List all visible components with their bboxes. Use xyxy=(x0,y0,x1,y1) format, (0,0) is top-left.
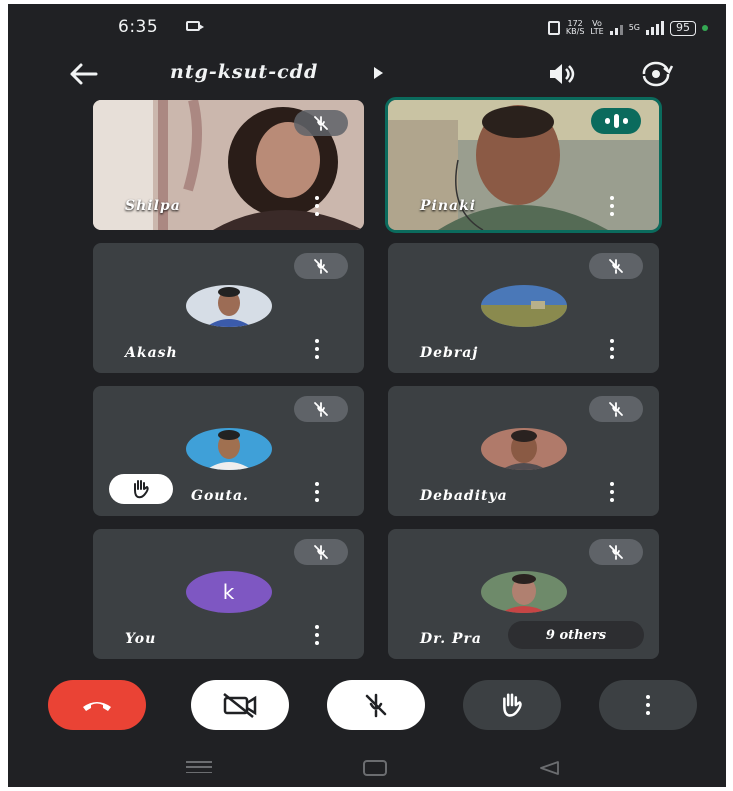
raise-hand-icon xyxy=(109,474,173,504)
switch-camera-icon[interactable] xyxy=(638,58,674,90)
signal-icon xyxy=(609,21,623,35)
mic-off-icon xyxy=(589,396,643,422)
volte-indicator: Vo LTE xyxy=(590,20,603,36)
participant-name: Dr. Pra xyxy=(420,631,482,647)
play-caret-icon[interactable] xyxy=(374,67,383,79)
mic-off-icon xyxy=(589,539,643,565)
participant-name: Gouta. xyxy=(191,488,249,504)
participant-name: Shilpa xyxy=(125,198,181,214)
participant-name: Debraj xyxy=(420,345,479,361)
call-header: ntg-ksut-cdd xyxy=(8,54,726,94)
audio-level-icon xyxy=(591,108,641,134)
vibrate-icon xyxy=(547,21,560,35)
end-call-icon xyxy=(83,702,111,711)
camera-off-icon xyxy=(223,693,257,718)
avatar xyxy=(185,428,272,470)
participant-tile-akash[interactable]: Akash xyxy=(93,243,364,373)
meeting-code[interactable]: ntg-ksut-cdd xyxy=(170,61,318,83)
mic-off-icon xyxy=(294,396,348,422)
mic-off-icon xyxy=(365,693,387,718)
avatar xyxy=(480,285,567,327)
back-triangle-icon[interactable] xyxy=(538,760,560,776)
back-arrow-icon[interactable] xyxy=(66,60,100,88)
avatar xyxy=(480,571,567,613)
camera-status-icon xyxy=(186,21,204,31)
others-chip[interactable]: 9 others xyxy=(508,621,644,649)
participant-tile-debaditya[interactable]: Debaditya xyxy=(388,386,659,516)
participant-tile-shilpa[interactable]: Shilpa xyxy=(93,100,364,230)
more-vert-icon[interactable] xyxy=(607,196,617,216)
network-type: 5G xyxy=(628,23,640,32)
net-speed-unit: KB/S xyxy=(565,27,585,36)
participant-name: You xyxy=(125,631,157,647)
avatar xyxy=(480,428,567,470)
more-vert-icon[interactable] xyxy=(607,482,617,502)
participant-tile-gouta[interactable]: Gouta. xyxy=(93,386,364,516)
raise-hand-button[interactable] xyxy=(463,680,561,730)
mic-off-icon xyxy=(294,110,348,136)
end-call-button[interactable] xyxy=(48,680,146,730)
participant-tile-you[interactable]: k You xyxy=(93,529,364,659)
more-vert-icon[interactable] xyxy=(312,196,322,216)
more-options-button[interactable] xyxy=(599,680,697,730)
meet-call-screen: 6:35 172KB/S VoLTE 5G 95 ntg-ksut-cdd xyxy=(8,4,726,787)
battery-level: 95 xyxy=(670,20,696,36)
avatar: k xyxy=(185,571,272,613)
recents-icon[interactable] xyxy=(186,761,212,773)
volte-bottom: LTE xyxy=(590,27,604,36)
avatar xyxy=(185,285,272,327)
speaker-icon[interactable] xyxy=(544,59,580,89)
avatar-initial: k xyxy=(222,580,235,604)
mic-off-icon xyxy=(294,253,348,279)
participant-tile-debraj[interactable]: Debraj xyxy=(388,243,659,373)
clock: 6:35 xyxy=(118,17,159,37)
more-vert-icon[interactable] xyxy=(312,625,322,645)
signal-icon-2 xyxy=(646,21,664,35)
mic-toggle-button[interactable] xyxy=(327,680,425,730)
more-vert-icon[interactable] xyxy=(312,482,322,502)
status-bar: 6:35 172 KB/S Vo LTE 5G 95 xyxy=(8,4,726,48)
more-vert-icon[interactable] xyxy=(607,339,617,359)
participant-name: Debaditya xyxy=(420,488,508,504)
privacy-dot xyxy=(702,25,708,31)
raise-hand-icon xyxy=(503,693,522,717)
system-nav-bar xyxy=(8,748,726,787)
participant-tile-pinaki[interactable]: Pinaki xyxy=(385,97,662,233)
participant-name: Akash xyxy=(125,345,178,361)
participant-tile-dr-pra[interactable]: Dr. Pra 9 others xyxy=(388,529,659,659)
participant-name: Pinaki xyxy=(420,198,477,214)
more-vert-icon xyxy=(646,695,650,715)
home-icon[interactable] xyxy=(363,760,387,776)
net-speed: 172 KB/S xyxy=(566,20,585,36)
system-indicators: 172 KB/S Vo LTE 5G 95 xyxy=(547,18,708,38)
call-controls xyxy=(8,680,726,730)
camera-toggle-button[interactable] xyxy=(191,680,289,730)
mic-off-icon xyxy=(589,253,643,279)
more-vert-icon[interactable] xyxy=(312,339,322,359)
mic-off-icon xyxy=(294,539,348,565)
